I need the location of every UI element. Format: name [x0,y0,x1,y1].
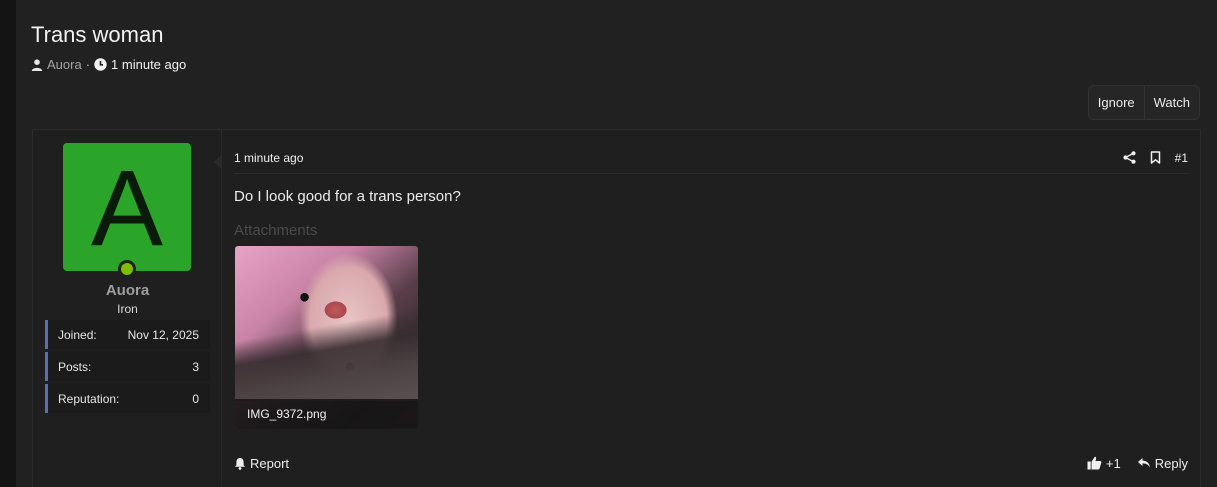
report-label: Report [250,455,290,471]
attachment-image [235,311,418,401]
reaction-count: +1 [1105,455,1121,471]
post-body: Do I look good for a trans person? [234,188,461,205]
avatar-letter: A [90,147,164,268]
post-number-link[interactable]: #1 [1175,151,1188,165]
avatar[interactable]: A [63,143,191,271]
stat-joined: Joined: Nov 12, 2025 [45,320,210,349]
clock-icon [94,58,107,71]
meta-separator: · [85,57,91,72]
post-footer: Report +1 Reply [234,452,1188,474]
thread-page: Trans woman Auora · 1 minute ago Ignore … [16,0,1217,487]
stat-reputation: Reputation: 0 [45,384,210,413]
stat-label: Reputation: [58,391,120,406]
stat-posts: Posts: 3 [45,352,210,381]
thumbs-up-icon [1087,456,1102,470]
thread-author-link[interactable]: Auora [47,57,82,72]
watch-button[interactable]: Watch [1143,86,1199,119]
user-title: Iron [117,302,138,316]
bell-icon [234,457,246,470]
reply-label: Reply [1154,455,1188,471]
stat-value: 0 [192,391,199,406]
thread-time[interactable]: 1 minute ago [111,57,186,72]
attachment-filename: IMG_9372.png [235,399,418,429]
post-header: 1 minute ago #1 [234,142,1188,174]
reply-button[interactable]: Reply [1137,456,1188,471]
like-button[interactable]: +1 [1087,456,1121,471]
post-tools: #1 [1123,151,1188,165]
reply-icon [1137,457,1151,469]
thread-meta: Auora · 1 minute ago [31,57,186,72]
attachments-label: Attachments [234,222,318,239]
online-status-indicator [118,260,136,278]
user-icon [31,58,43,71]
report-button[interactable]: Report [234,456,289,471]
post-main: 1 minute ago #1 Do I look good for a tra… [214,130,1200,487]
thread-actions: Ignore Watch [1087,85,1200,120]
attachment-thumbnail[interactable]: IMG_9372.png [235,246,418,429]
stat-label: Posts: [58,359,92,374]
stat-value: Nov 12, 2025 [127,327,199,342]
stat-value: 3 [192,359,199,374]
post-userbar: A Auora Iron Joined: Nov 12, 2025 Posts:… [33,130,222,487]
share-icon[interactable] [1123,151,1136,164]
username[interactable]: Auora [33,282,222,299]
post: A Auora Iron Joined: Nov 12, 2025 Posts:… [32,129,1201,487]
ignore-button[interactable]: Ignore [1089,86,1144,119]
post-arrow [214,154,222,170]
bookmark-icon[interactable] [1150,151,1161,164]
post-date[interactable]: 1 minute ago [234,151,303,165]
stat-label: Joined: [58,327,97,342]
thread-title: Trans woman [31,22,164,47]
